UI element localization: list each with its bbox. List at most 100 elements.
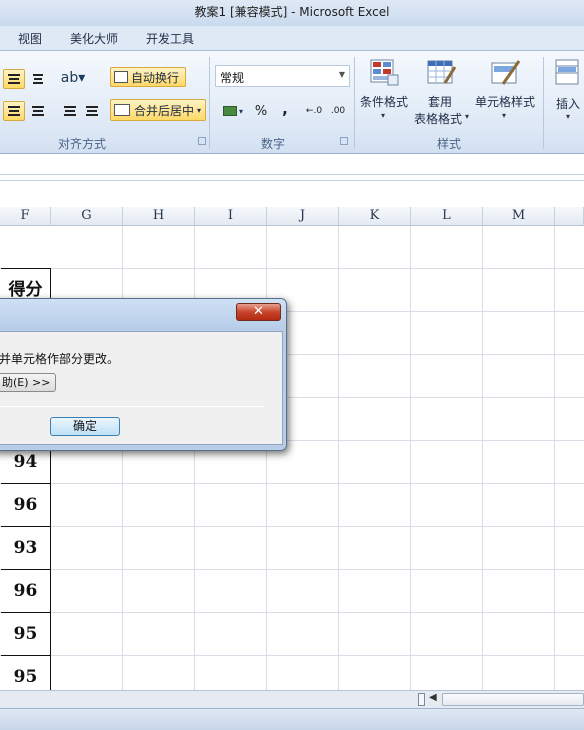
scrollbar-thumb[interactable]: [442, 693, 584, 706]
conditional-formatting-button[interactable]: 条件格式: [360, 93, 408, 110]
window-title: 教案1 [兼容模式] - Microsoft Excel: [194, 5, 390, 19]
alignment-launcher-icon[interactable]: [198, 137, 206, 145]
score-cell[interactable]: 93: [1, 527, 51, 570]
status-bar: [0, 708, 584, 730]
chevron-down-icon: ▾: [381, 111, 386, 120]
dropdown-icon: ▾: [238, 106, 243, 116]
increase-indent-icon: [86, 106, 98, 116]
text-orientation-icon: ab▾: [60, 70, 86, 86]
close-icon: ✕: [253, 304, 264, 319]
column-header-f[interactable]: F: [0, 207, 51, 226]
align-left-button[interactable]: [3, 101, 25, 121]
tab-beautify-master[interactable]: 美化大师: [70, 30, 118, 47]
grid-line: [266, 226, 267, 690]
score-cell[interactable]: 96: [1, 484, 51, 527]
ribbon: ab▾ 自动换行 合并后居中 ▾ 对齐方式 常规 ▼ ▾ % , ←.0 .00…: [0, 50, 584, 154]
wrap-text-button[interactable]: 自动换行: [110, 67, 186, 87]
conditional-formatting-icon: [368, 57, 400, 87]
score-cell[interactable]: 95: [1, 656, 51, 690]
format-as-table-button-line2[interactable]: 表格格式: [414, 110, 462, 127]
styles-group-label: 样式: [437, 137, 462, 151]
alert-dialog: ✕ 并单元格作部分更改。 助(E) >> 确定: [0, 298, 287, 451]
merge-center-icon: [114, 104, 130, 116]
column-header-m[interactable]: M: [483, 207, 555, 226]
align-center-icon: [8, 74, 20, 84]
ribbon-tab-bar: 视图 美化大师 开发工具: [0, 26, 584, 50]
merge-center-button[interactable]: 合并后居中 ▾: [110, 99, 206, 121]
score-cell[interactable]: 96: [1, 570, 51, 613]
column-header-i[interactable]: I: [195, 207, 267, 226]
column-header-n[interactable]: [555, 207, 584, 226]
format-as-table-icon: [425, 57, 457, 87]
divider: [0, 174, 584, 175]
merge-center-label: 合并后居中: [134, 103, 195, 118]
column-header-k[interactable]: K: [339, 207, 411, 226]
wrap-text-icon: [114, 71, 128, 83]
cell-styles-icon: [489, 57, 521, 87]
cell-styles-button[interactable]: 单元格样式: [475, 93, 535, 110]
column-header-j[interactable]: J: [267, 207, 339, 226]
number-format-select[interactable]: 常规 ▼: [215, 65, 350, 87]
tab-developer[interactable]: 开发工具: [146, 30, 194, 47]
insert-cells-icon: [552, 57, 584, 87]
align-right-button[interactable]: [28, 101, 48, 121]
align-bottom-icon: [33, 74, 43, 84]
align-right-icon: [32, 106, 44, 116]
scroll-left-icon[interactable]: ◀: [429, 692, 437, 703]
grid-line: [482, 226, 483, 690]
dialog-divider: [0, 406, 264, 407]
column-header-h[interactable]: H: [123, 207, 195, 226]
alignment-group-label: 对齐方式: [58, 137, 107, 151]
increase-indent-button[interactable]: [82, 101, 102, 121]
align-center-button[interactable]: [3, 69, 25, 89]
help-button[interactable]: 助(E) >>: [0, 373, 56, 392]
chevron-down-icon: ▾: [566, 112, 571, 121]
score-cell[interactable]: 95: [1, 613, 51, 656]
orientation-button[interactable]: ab▾: [60, 67, 86, 89]
divider: [0, 180, 584, 181]
decrease-indent-icon: [64, 106, 76, 116]
score-column: 得分 94 96 93 96 95 95: [0, 226, 51, 690]
chevron-down-icon: ▾: [502, 111, 507, 120]
number-group-label: 数字: [261, 137, 286, 151]
insert-cells-button[interactable]: 插入: [556, 95, 580, 112]
number-launcher-icon[interactable]: [340, 137, 348, 145]
group-divider: [354, 57, 355, 149]
horizontal-scrollbar[interactable]: ◀: [0, 690, 584, 708]
grid-line: [554, 226, 555, 690]
merge-dropdown-icon: ▾: [197, 105, 202, 115]
column-header-l[interactable]: L: [411, 207, 483, 226]
number-format-value: 常规: [220, 71, 245, 85]
group-divider: [209, 57, 210, 149]
align-bottom-button[interactable]: [28, 69, 48, 89]
worksheet-grid[interactable]: 得分 94 96 93 96 95 95: [0, 226, 584, 690]
increase-decimal-icon: ←.0: [305, 106, 323, 116]
wrap-text-label: 自动换行: [131, 70, 180, 85]
accounting-format-button[interactable]: ▾: [218, 101, 248, 121]
tab-view[interactable]: 视图: [18, 30, 42, 47]
grid-line: [194, 226, 195, 690]
currency-icon: [222, 106, 237, 116]
format-as-table-button-line1[interactable]: 套用: [428, 93, 452, 110]
percent-button[interactable]: %: [252, 101, 270, 121]
grid-line: [122, 226, 123, 690]
comma-button[interactable]: ,: [278, 99, 292, 119]
dialog-message: 并单元格作部分更改。: [0, 352, 120, 366]
grid-line: [410, 226, 411, 690]
close-button[interactable]: ✕: [236, 303, 281, 321]
decrease-indent-button[interactable]: [60, 101, 80, 121]
dialog-body: 并单元格作部分更改。 助(E) >> 确定: [0, 331, 283, 445]
chevron-down-icon: ▼: [338, 70, 345, 79]
window-title-bar: 教案1 [兼容模式] - Microsoft Excel: [0, 0, 584, 26]
column-header-g[interactable]: G: [51, 207, 123, 226]
align-left-icon: [8, 106, 20, 116]
chevron-down-icon: ▾: [465, 112, 470, 121]
increase-decimal-button[interactable]: ←.0: [304, 101, 324, 121]
decrease-decimal-icon: .00: [330, 106, 346, 116]
split-handle-icon[interactable]: [418, 693, 425, 706]
grid-line: [338, 226, 339, 690]
decrease-decimal-button[interactable]: .00: [328, 101, 348, 121]
ok-button[interactable]: 确定: [50, 417, 120, 436]
group-divider: [543, 57, 544, 149]
formula-bar-area: [0, 155, 584, 207]
